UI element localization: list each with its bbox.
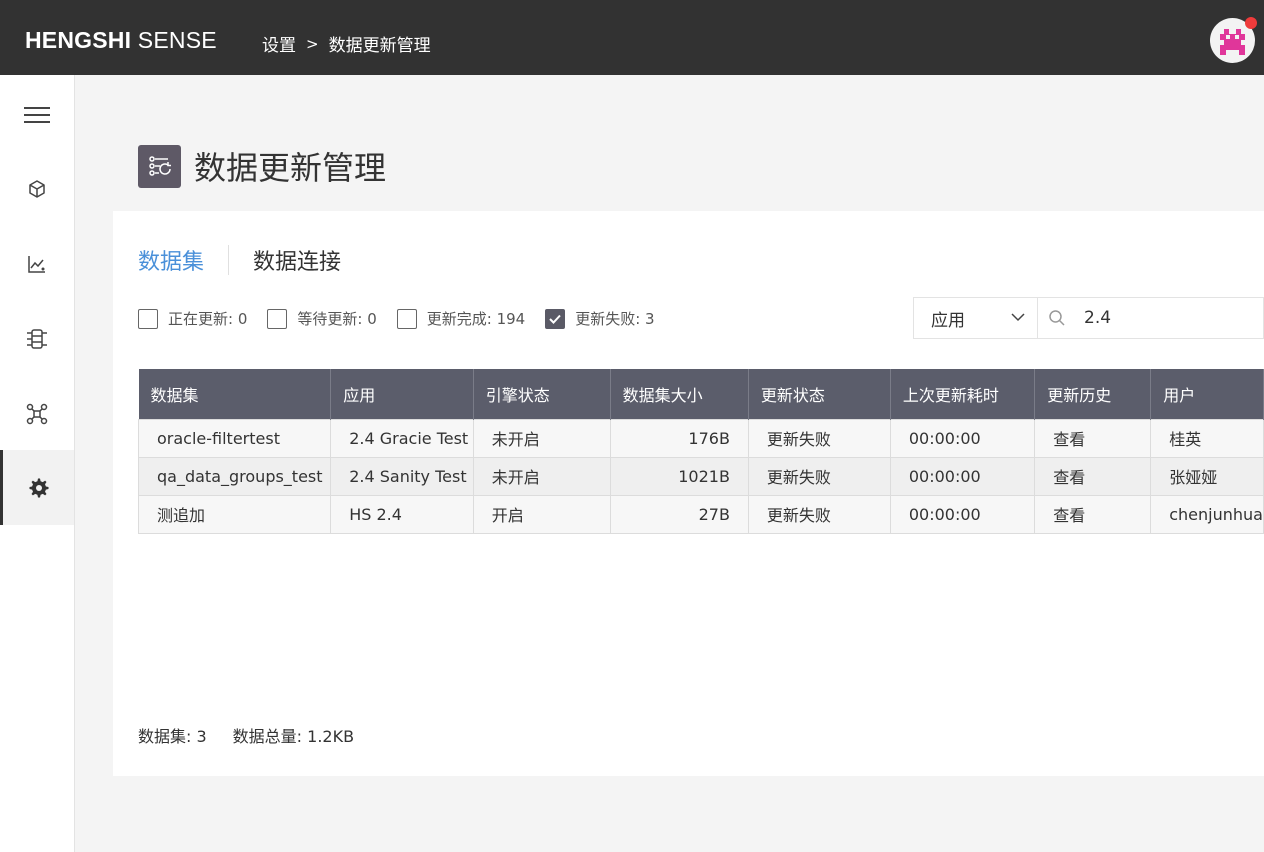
cell-dataset[interactable]: 测追加 <box>137 494 332 534</box>
search-input[interactable] <box>1084 308 1234 328</box>
menu-button[interactable] <box>0 77 74 152</box>
col-header-update-status[interactable]: 更新状态 <box>748 369 891 419</box>
table-row[interactable]: 测追加 HS 2.4 开启 27B 更新失败 00:00:00 查看 chenj… <box>137 494 1264 534</box>
filter-waiting-label: 等待更新: 0 <box>297 310 377 328</box>
scope-select-value: 应用 <box>931 310 965 331</box>
table-summary: 数据集: 3 数据总量: 1.2KB <box>138 723 354 747</box>
breadcrumb: 设置 > 数据更新管理 <box>262 31 431 57</box>
cell-last-duration: 00:00:00 <box>889 494 1036 534</box>
checkbox-completed[interactable] <box>396 308 417 329</box>
col-header-update-history[interactable]: 更新历史 <box>1034 369 1152 419</box>
page-title: 数据更新管理 <box>194 149 387 187</box>
table-header-row: 数据集 应用 引擎状态 数据集大小 更新状态 上次更新耗时 更新历史 用户 <box>138 369 1264 419</box>
menu-icon <box>24 106 50 123</box>
page-header: 数据更新管理 <box>138 143 386 189</box>
sidebar-item-analysis[interactable] <box>0 226 74 301</box>
tab-datasets[interactable]: 数据集 <box>138 244 204 276</box>
filter-failed[interactable]: 更新失败: 3 <box>545 308 655 329</box>
view-history-link[interactable]: 查看 <box>1034 418 1152 458</box>
cell-app: HS 2.4 <box>330 494 474 534</box>
search-icon <box>1049 310 1065 326</box>
cell-dataset[interactable]: oracle-filtertest <box>137 418 332 458</box>
col-header-dataset[interactable]: 数据集 <box>138 369 332 419</box>
checkmark-icon <box>549 314 561 324</box>
breadcrumb-item-current: 数据更新管理 <box>328 36 431 56</box>
col-header-app[interactable]: 应用 <box>330 369 474 419</box>
cell-app: 2.4 Gracie Test <box>330 418 474 458</box>
cell-user: 张娅娅 <box>1150 456 1264 496</box>
view-history-link[interactable]: 查看 <box>1034 494 1152 534</box>
top-bar: HENGSHI SENSE 设置 > 数据更新管理 <box>0 0 1264 75</box>
sidebar-item-settings[interactable] <box>0 450 74 525</box>
gear-icon <box>29 478 48 497</box>
filter-completed[interactable]: 更新完成: 194 <box>396 308 526 329</box>
data-total: 数据总量: 1.2KB <box>232 727 355 746</box>
cell-engine-status: 未开启 <box>472 456 611 496</box>
main-card: 数据集 数据连接 正在更新: 0 等待更新: 0 更新完成: 194 更新失败:… <box>113 211 1264 776</box>
filter-completed-label: 更新完成: 194 <box>426 310 526 328</box>
cell-dataset[interactable]: qa_data_groups_test <box>137 456 332 496</box>
cell-dataset-size: 27B <box>609 494 749 534</box>
brand-bold: HENGSHI <box>25 27 132 53</box>
notification-badge <box>1245 17 1257 29</box>
network-icon <box>26 403 48 424</box>
data-update-icon <box>138 144 181 188</box>
col-header-user[interactable]: 用户 <box>1150 369 1264 419</box>
app-logo[interactable]: HENGSHI SENSE <box>25 27 217 54</box>
tab-bar: 数据集 数据连接 <box>138 244 341 276</box>
cell-dataset-size: 1021B <box>609 456 749 496</box>
col-header-last-duration[interactable]: 上次更新耗时 <box>890 369 1036 419</box>
checkbox-updating[interactable] <box>138 308 158 329</box>
sidebar-item-connections[interactable] <box>0 376 74 451</box>
sidebar-item-apps[interactable] <box>0 151 74 226</box>
col-header-engine-status[interactable]: 引擎状态 <box>473 369 611 419</box>
dataset-icon <box>27 328 47 349</box>
cell-last-duration: 00:00:00 <box>889 418 1036 458</box>
table-row[interactable]: oracle-filtertest 2.4 Gracie Test 未开启 17… <box>137 418 1264 458</box>
filter-failed-label: 更新失败: 3 <box>575 310 655 328</box>
status-filters: 正在更新: 0 等待更新: 0 更新完成: 194 更新失败: 3 <box>138 308 675 329</box>
chart-icon <box>28 255 45 273</box>
cell-update-status: 更新失败 <box>747 494 891 534</box>
checkbox-waiting[interactable] <box>267 308 288 329</box>
checkbox-failed[interactable] <box>545 308 566 329</box>
filter-waiting[interactable]: 等待更新: 0 <box>267 308 377 329</box>
cell-user: 桂英 <box>1150 418 1264 458</box>
cell-update-status: 更新失败 <box>747 456 891 496</box>
dataset-count: 数据集: 3 <box>138 727 207 746</box>
cell-dataset-size: 176B <box>609 418 749 458</box>
sidebar <box>0 75 75 852</box>
cell-engine-status: 开启 <box>472 494 611 534</box>
view-history-link[interactable]: 查看 <box>1034 456 1152 496</box>
tab-connections[interactable]: 数据连接 <box>253 244 341 276</box>
cell-last-duration: 00:00:00 <box>889 456 1036 496</box>
table-row[interactable]: qa_data_groups_test 2.4 Sanity Test 未开启 … <box>137 456 1264 496</box>
cell-update-status: 更新失败 <box>747 418 891 458</box>
cell-app: 2.4 Sanity Test <box>330 456 474 496</box>
cell-user: chenjunhua <box>1150 494 1264 534</box>
filter-updating-label: 正在更新: 0 <box>168 310 248 328</box>
brand-light: SENSE <box>137 27 217 53</box>
sidebar-item-datasets[interactable] <box>0 301 74 376</box>
cube-icon <box>29 179 45 198</box>
scope-select[interactable]: 应用 <box>913 297 1038 339</box>
tab-divider <box>228 245 230 275</box>
breadcrumb-separator: > <box>306 34 319 53</box>
breadcrumb-item-settings[interactable]: 设置 <box>262 31 296 56</box>
col-header-dataset-size[interactable]: 数据集大小 <box>610 369 749 419</box>
chevron-down-icon <box>1011 313 1025 322</box>
filter-updating[interactable]: 正在更新: 0 <box>138 308 247 329</box>
search-box <box>1038 297 1264 339</box>
cell-engine-status: 未开启 <box>472 418 611 458</box>
dataset-table: 数据集 应用 引擎状态 数据集大小 更新状态 上次更新耗时 更新历史 用户 or… <box>137 369 1264 534</box>
